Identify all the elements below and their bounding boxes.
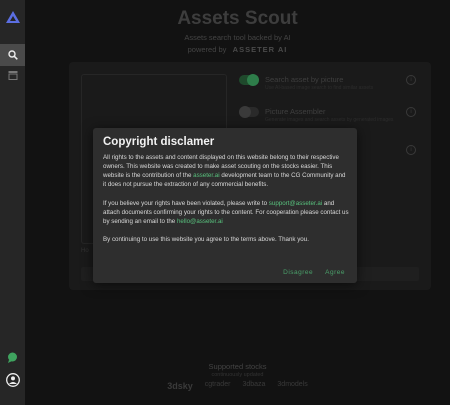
option-label: Search asset by picture xyxy=(265,75,344,84)
sidebar xyxy=(0,0,25,405)
support-email-link[interactable]: support@asseter.ai xyxy=(269,200,322,207)
powered-by-label: powered by xyxy=(187,45,227,54)
dialog-paragraph-2: If you believe your rights have been vio… xyxy=(103,200,349,227)
page-subtitle: Assets search tool backed by AI xyxy=(184,33,291,42)
page-title: Assets Scout xyxy=(177,8,298,29)
info-icon[interactable]: i xyxy=(406,107,416,117)
option-label: Picture Assembler xyxy=(265,107,326,116)
dialog-paragraph-1: All rights to the assets and content dis… xyxy=(103,154,349,190)
copyright-dialog: Copyright disclamer All rights to the as… xyxy=(93,128,357,283)
hello-email-link[interactable]: hello@asseter.ai xyxy=(177,218,223,225)
agree-button[interactable]: Agree xyxy=(325,269,345,276)
toggle-knob xyxy=(239,106,251,118)
brand-logo: ASSETER AI xyxy=(232,45,288,54)
paragraph-text: If you believe your rights have been vio… xyxy=(103,200,269,207)
stock-logo-3dsky[interactable]: 3dsky xyxy=(167,381,193,391)
powered-by: powered by ASSETER AI xyxy=(25,45,450,54)
account-icon[interactable] xyxy=(0,369,25,391)
search-by-picture-toggle[interactable] xyxy=(239,74,259,86)
chat-icon[interactable] xyxy=(0,346,25,368)
dialog-paragraph-3: By continuing to use this website you ag… xyxy=(103,236,309,243)
logo-icon[interactable] xyxy=(0,6,25,28)
dialog-title: Copyright disclamer xyxy=(103,136,215,148)
option-description: Generate images and search assets by gen… xyxy=(265,117,394,123)
stock-logo-cgtrader[interactable]: cgtrader xyxy=(205,381,231,391)
toggle-knob xyxy=(247,74,259,86)
supported-stocks-subtitle: continuously updated xyxy=(211,372,264,378)
supported-stocks-title: Supported stocks xyxy=(208,362,267,371)
asseter-link[interactable]: asseter.ai xyxy=(193,172,219,179)
info-icon[interactable]: i xyxy=(406,145,416,155)
collection-icon[interactable] xyxy=(0,64,25,86)
search-icon[interactable] xyxy=(0,44,25,66)
stock-logo-3dbaza[interactable]: 3dbaza xyxy=(242,381,265,391)
hint-text: Ho xyxy=(81,248,89,254)
option-description: Use AI-based image search to find simila… xyxy=(265,85,374,91)
info-icon[interactable]: i xyxy=(406,75,416,85)
stock-logo-3dmodels[interactable]: 3dmodels xyxy=(277,381,307,391)
stock-logos: 3dsky cgtrader 3dbaza 3dmodels xyxy=(25,381,450,391)
disagree-button[interactable]: Disagree xyxy=(283,269,313,276)
picture-assembler-toggle[interactable] xyxy=(239,106,259,118)
dialog-actions: Disagree Agree xyxy=(283,269,345,276)
